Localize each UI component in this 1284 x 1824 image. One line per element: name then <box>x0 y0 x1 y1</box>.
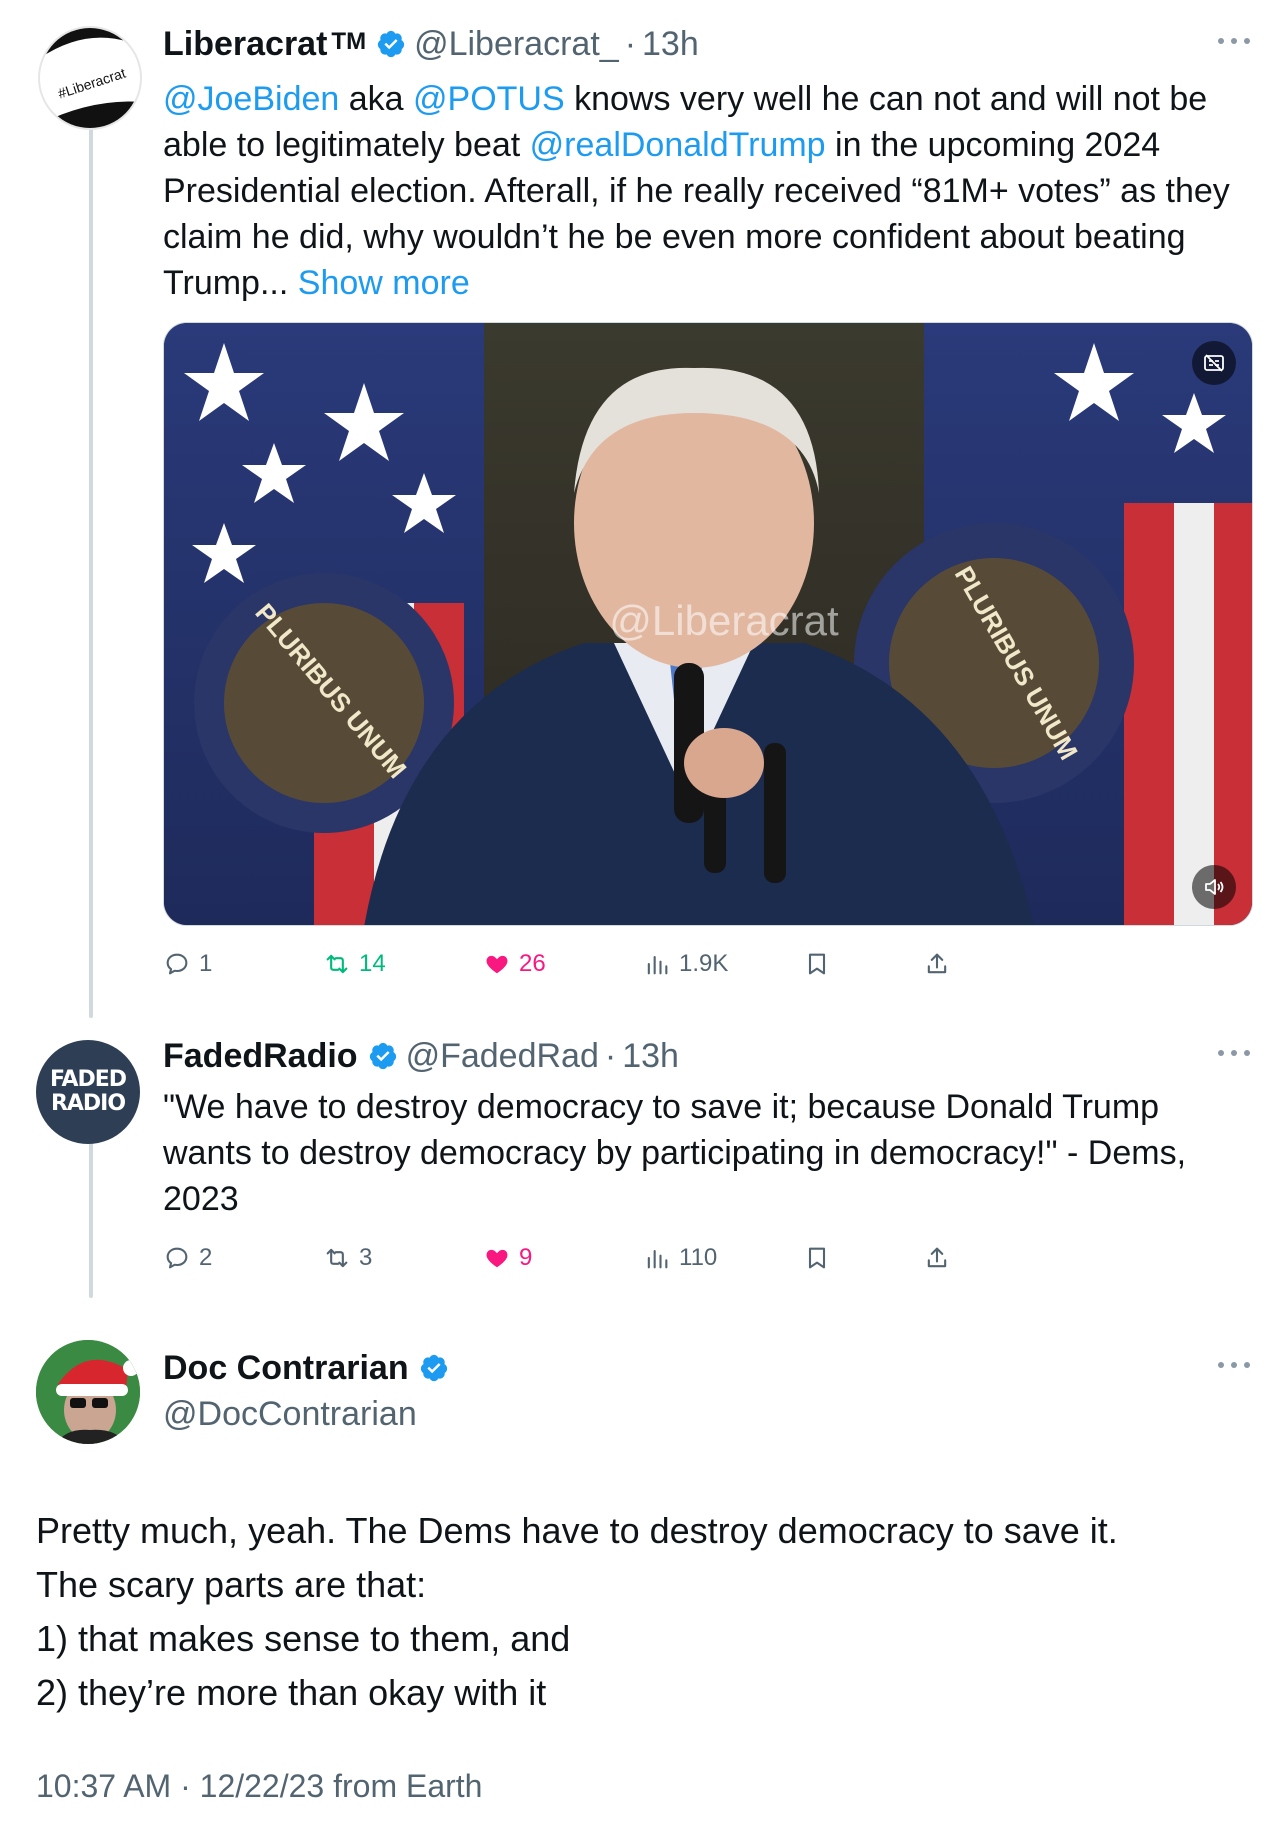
repost-count: 14 <box>359 950 386 977</box>
share-icon <box>927 1247 947 1268</box>
repost-icon <box>326 954 348 974</box>
author-name[interactable]: Liberacrat <box>163 25 327 64</box>
like-button[interactable]: 26 <box>483 944 546 984</box>
avatar-text-line2: RADIO <box>50 1091 126 1116</box>
like-count: 26 <box>519 950 546 977</box>
like-count: 9 <box>519 1244 533 1271</box>
repost-button[interactable]: 14 <box>323 944 386 984</box>
svg-text:#Liberacrat: #Liberacrat <box>56 65 128 102</box>
heart-icon <box>486 1249 508 1268</box>
tweet-time[interactable]: 13h <box>622 1037 679 1076</box>
main-tweet-line: 1) that makes sense to them, and <box>36 1618 571 1659</box>
views-icon <box>647 955 668 975</box>
views-button[interactable]: 1.9K <box>643 944 728 984</box>
show-more-link[interactable]: Show more <box>298 264 470 302</box>
author-handle[interactable]: @DocContrarian <box>163 1395 417 1434</box>
more-options-icon[interactable] <box>1214 1038 1254 1068</box>
trademark: TM <box>331 28 367 55</box>
main-tweet-line: Pretty much, yeah. The Dems have to dest… <box>36 1510 1118 1551</box>
video-watermark: @Liberacrat <box>609 597 839 644</box>
main-tweet-author[interactable]: Doc Contrarian @DocContrarian <box>163 1346 1254 1436</box>
share-icon <box>927 953 947 974</box>
reply-icon <box>166 953 188 975</box>
liberacrat-logo: #Liberacrat <box>40 28 140 128</box>
repost-button[interactable]: 3 <box>323 1238 372 1278</box>
captions-icon[interactable] <box>1192 341 1236 385</box>
repost-count: 3 <box>359 1244 373 1271</box>
views-button[interactable]: 110 <box>643 1238 717 1278</box>
like-button[interactable]: 9 <box>483 1238 532 1278</box>
author-name[interactable]: FadedRadio <box>163 1037 358 1076</box>
reply-button[interactable]: 2 <box>163 1238 212 1278</box>
repost-icon <box>326 1248 348 1268</box>
mention-joebiden[interactable]: @JoeBiden <box>163 80 339 118</box>
bookmark-button[interactable] <box>803 944 839 984</box>
views-count: 1.9K <box>679 950 729 977</box>
reply-button[interactable]: 1 <box>163 944 212 984</box>
bookmark-button[interactable] <box>803 1238 839 1278</box>
reply-count: 1 <box>199 950 213 977</box>
tweet-actions: 1 14 26 1.9K <box>163 944 1253 984</box>
bookmark-icon <box>808 1247 826 1269</box>
tweet-header: Liberacrat TM @Liberacrat_ · 13h <box>163 22 1254 66</box>
share-button[interactable] <box>923 944 959 984</box>
tweet-text: @JoeBiden aka @POTUS knows very well he … <box>163 80 1230 302</box>
avatar-doccontrarian[interactable] <box>36 1340 140 1444</box>
mention-realdonaldtrump[interactable]: @realDonaldTrump <box>530 126 826 164</box>
verified-badge-icon <box>369 1042 396 1070</box>
views-count: 110 <box>679 1244 718 1271</box>
avatar-portrait <box>36 1340 140 1444</box>
reply-icon <box>166 1247 188 1269</box>
video-frame: PLURIBUS UNUM PLURIBUS UNUM @Liberacrat <box>164 323 1252 925</box>
author-name[interactable]: Doc Contrarian <box>163 1349 409 1388</box>
reply-count: 2 <box>199 1244 213 1271</box>
verified-badge-icon <box>420 1354 447 1382</box>
avatar-liberacrat[interactable]: #Liberacrat <box>38 26 142 130</box>
views-icon <box>647 1249 668 1269</box>
main-tweet-line: The scary parts are that: <box>36 1564 427 1605</box>
main-tweet-line: 2) they’re more than okay with it <box>36 1672 547 1713</box>
share-button[interactable] <box>923 1238 959 1278</box>
tweet-liberacrat[interactable]: Liberacrat TM @Liberacrat_ · 13h @JoeBid… <box>163 22 1254 306</box>
mention-potus[interactable]: @POTUS <box>413 80 565 118</box>
tweet-text: "We have to destroy democracy to save it… <box>163 1088 1187 1218</box>
tweet-time[interactable]: 13h <box>642 25 699 64</box>
tweet-fadedradio[interactable]: FadedRadio @FadedRad · 13h "We have to d… <box>163 1034 1254 1222</box>
heart-icon <box>486 955 508 974</box>
tweet-actions: 2 3 9 110 <box>163 1238 1253 1278</box>
tweet-header: FadedRadio @FadedRad · 13h <box>163 1034 1254 1078</box>
main-tweet-text: Pretty much, yeah. The Dems have to dest… <box>36 1504 1254 1720</box>
tweet-header: Doc Contrarian <box>163 1346 1254 1390</box>
speaker-icon[interactable] <box>1192 865 1236 909</box>
tweet-video[interactable]: PLURIBUS UNUM PLURIBUS UNUM @Liberacrat <box>163 322 1253 926</box>
more-options-icon[interactable] <box>1214 26 1254 56</box>
more-options-icon[interactable] <box>1214 1350 1254 1380</box>
tweet-timestamp[interactable]: 10:37 AM · 12/22/23 from Earth <box>36 1768 482 1805</box>
verified-badge-icon <box>377 30 405 58</box>
author-handle[interactable]: @FadedRad <box>406 1037 599 1076</box>
avatar-text-line1: FADED <box>49 1067 127 1092</box>
bookmark-icon <box>808 953 826 975</box>
avatar-fadedradio[interactable]: FADED RADIO <box>36 1040 140 1144</box>
thread-line <box>89 118 93 1018</box>
author-handle[interactable]: @Liberacrat_ <box>414 25 619 64</box>
